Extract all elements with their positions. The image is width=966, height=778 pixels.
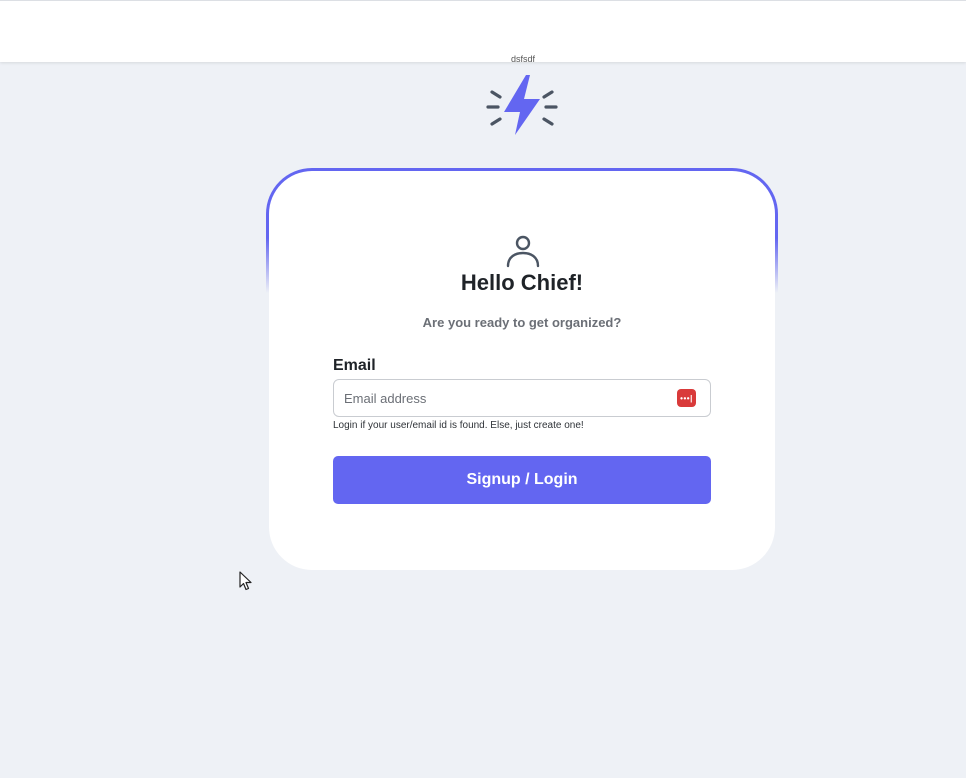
email-input[interactable] [334, 380, 664, 416]
lightning-bolt-icon [482, 72, 562, 138]
password-manager-icon[interactable]: •••| [677, 389, 696, 407]
page-subtitle: Are you ready to get organized? [422, 315, 622, 330]
user-icon [505, 234, 541, 268]
login-card: Hello Chief! Are you ready to get organi… [269, 171, 775, 570]
login-card-border: Hello Chief! Are you ready to get organi… [266, 168, 778, 570]
signup-login-button[interactable]: Signup / Login [333, 456, 711, 504]
email-helper-text: Login if your user/email id is found. El… [333, 420, 584, 431]
top-navbar [0, 0, 966, 62]
email-field-wrapper: •••| [333, 379, 711, 417]
mouse-cursor-icon [239, 571, 253, 591]
header-tiny-label: dsfsdf [510, 55, 535, 63]
email-label: Email [333, 357, 376, 374]
password-manager-badge-text: •••| [680, 393, 693, 403]
page-title: Hello Chief! [460, 270, 584, 295]
